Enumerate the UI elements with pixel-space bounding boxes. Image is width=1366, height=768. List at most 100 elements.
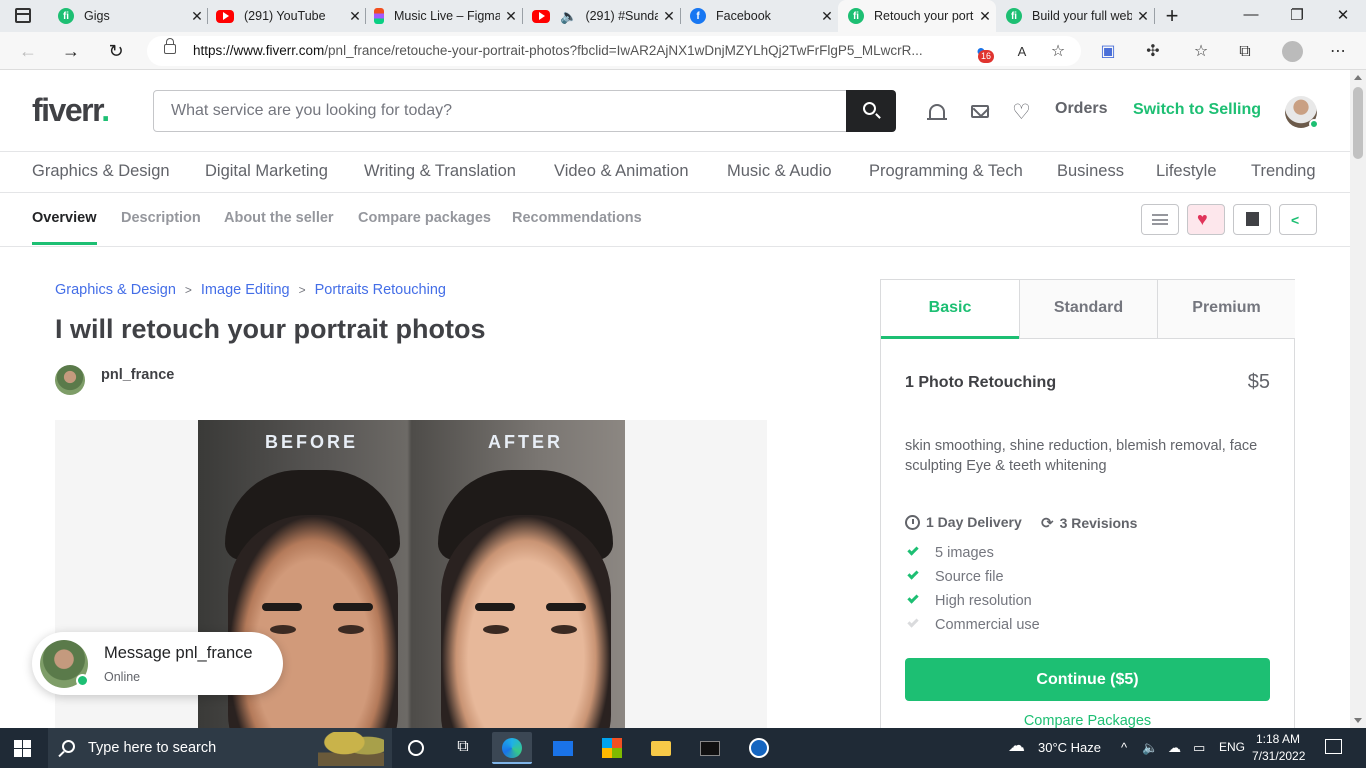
onedrive-icon[interactable]: ☁ [1168, 740, 1181, 756]
scroll-up-icon[interactable] [1354, 75, 1362, 80]
speaker-icon[interactable]: 🔈 [560, 8, 577, 25]
close-tab-icon[interactable]: ✕ [658, 8, 680, 25]
read-aloud-icon[interactable]: A [1011, 41, 1033, 63]
report-button[interactable] [1233, 204, 1271, 235]
task-view-icon: ⧉ [457, 738, 469, 755]
task-view-button[interactable]: ⧉ [443, 732, 483, 764]
close-tab-icon[interactable]: ✕ [500, 8, 522, 25]
collections-button[interactable] [1141, 204, 1179, 235]
fiverr-logo[interactable]: fiverr. [32, 92, 110, 129]
continue-button[interactable]: Continue ($5) [905, 658, 1270, 701]
orders-link[interactable]: Orders [1055, 100, 1107, 118]
save-favorite-button[interactable]: ♥ [1187, 204, 1225, 235]
page-scrollbar[interactable] [1350, 70, 1366, 728]
close-tab-icon[interactable]: ✕ [816, 8, 838, 25]
search-input[interactable]: What service are you looking for today? [153, 90, 847, 132]
messages-envelope-icon[interactable] [971, 105, 989, 118]
tab-separator [1154, 8, 1155, 24]
category-item[interactable]: Music & Audio [727, 162, 832, 181]
restore-icon[interactable]: ❐ [1274, 6, 1320, 24]
more-options-icon[interactable]: ⋯ [1327, 41, 1349, 63]
category-item[interactable]: Business [1057, 162, 1124, 181]
weather-icon[interactable]: ☁ [1008, 736, 1025, 756]
brow [475, 603, 515, 611]
notifications-icon[interactable] [1325, 739, 1342, 754]
back-icon[interactable]: ← [15, 38, 41, 64]
category-item[interactable]: Graphics & Design [32, 162, 170, 181]
extensions-puzzle-icon[interactable]: ✣ [1142, 41, 1164, 63]
tab-actions-menu-icon[interactable] [15, 8, 31, 23]
favorites-icon[interactable]: ☆ [1190, 41, 1212, 63]
category-item[interactable]: Digital Marketing [205, 162, 328, 181]
app-taskbar-button[interactable] [739, 732, 779, 764]
scrollbar-thumb[interactable] [1353, 87, 1363, 159]
close-window-icon[interactable]: ✕ [1320, 6, 1366, 24]
message-seller-widget[interactable]: Message pnl_france Online [32, 632, 283, 695]
forward-icon[interactable]: → [58, 38, 84, 64]
tab-basic[interactable]: Basic [881, 280, 1019, 339]
edge-taskbar-button[interactable] [492, 732, 532, 764]
category-item[interactable]: Programming & Tech [869, 162, 1023, 181]
browser-tab[interactable]: f Facebook ✕ [680, 0, 838, 32]
terminal-taskbar-button[interactable] [690, 732, 730, 764]
show-hidden-icons[interactable]: ^ [1121, 740, 1127, 755]
seller-name-link[interactable]: pnl_france [101, 367, 174, 383]
scroll-down-icon[interactable] [1354, 718, 1362, 723]
weather-text[interactable]: 30°C Haze [1038, 740, 1101, 755]
breadcrumb-link[interactable]: Portraits Retouching [315, 282, 446, 298]
cortana-button[interactable] [396, 732, 436, 764]
close-tab-icon[interactable]: ✕ [1132, 8, 1154, 25]
subnav-overview[interactable]: Overview [32, 210, 97, 226]
profile-avatar[interactable] [1282, 41, 1303, 62]
browser-tab-active[interactable]: fi Retouch your portrait ✕ [838, 0, 996, 32]
user-avatar[interactable] [1285, 96, 1319, 129]
browser-tab[interactable]: fi Gigs ✕ [48, 0, 208, 32]
explorer-taskbar-button[interactable] [641, 732, 681, 764]
lock-icon[interactable] [164, 38, 176, 54]
language-indicator[interactable]: ENG [1219, 740, 1245, 754]
breadcrumb-link[interactable]: Graphics & Design [55, 282, 176, 298]
notifications-bell-icon[interactable] [927, 104, 947, 120]
minimize-icon[interactable]: — [1228, 6, 1274, 23]
url-field[interactable]: https://www.fiverr.com/pnl_france/retouc… [147, 36, 1081, 66]
search-button[interactable] [846, 90, 896, 132]
switch-to-selling-link[interactable]: Switch to Selling [1133, 101, 1261, 119]
close-tab-icon[interactable]: ✕ [974, 8, 996, 25]
subnav-description[interactable]: Description [121, 210, 201, 226]
store-taskbar-button[interactable] [592, 732, 632, 764]
browser-tab[interactable]: (291) YouTube ✕ [206, 0, 366, 32]
subnav-compare-packages[interactable]: Compare packages [358, 210, 491, 226]
category-item[interactable]: Lifestyle [1156, 162, 1217, 181]
close-tab-icon[interactable]: ✕ [186, 8, 208, 25]
close-tab-icon[interactable]: ✕ [344, 8, 366, 25]
favorite-star-icon[interactable]: ☆ [1047, 41, 1069, 63]
tab-premium[interactable]: Premium [1157, 280, 1295, 339]
refresh-icon[interactable]: ↻ [103, 38, 129, 64]
mail-taskbar-button[interactable] [543, 732, 583, 764]
category-item[interactable]: Video & Animation [554, 162, 689, 181]
translate-icon[interactable]: ▣ [1097, 41, 1119, 63]
taskbar-clock[interactable]: 1:18 AM 7/31/2022 [1252, 731, 1305, 765]
active-tab-underline [32, 242, 97, 245]
subnav-recommendations[interactable]: Recommendations [512, 210, 642, 226]
lists-heart-icon[interactable]: ♡ [1012, 100, 1031, 125]
seller-avatar[interactable] [55, 365, 85, 395]
compare-packages-link[interactable]: Compare Packages [881, 713, 1294, 729]
tab-standard[interactable]: Standard [1019, 280, 1157, 339]
category-item[interactable]: Trending [1251, 162, 1316, 181]
share-button[interactable]: < [1279, 204, 1317, 235]
subnav-about-seller[interactable]: About the seller [224, 210, 334, 226]
network-icon[interactable]: ▭ [1193, 740, 1205, 756]
browser-tab[interactable]: 🔈 (291) #Sunday ✕ [522, 0, 680, 32]
volume-icon[interactable]: 🔈 [1142, 740, 1158, 756]
new-tab-icon[interactable]: + [1158, 3, 1186, 29]
breadcrumb-link[interactable]: Image Editing [201, 282, 290, 298]
browser-tab[interactable]: Music Live – Figma ✕ [364, 0, 522, 32]
tab-title: Retouch your portrait [874, 9, 974, 23]
feature-label: High resolution [935, 593, 1032, 609]
collections-icon[interactable]: ⧉ [1234, 41, 1256, 63]
windows-start-icon[interactable] [14, 740, 31, 757]
browser-tab[interactable]: fi Build your full website ✕ [996, 0, 1154, 32]
seller-avatar [40, 640, 89, 688]
category-item[interactable]: Writing & Translation [364, 162, 516, 181]
